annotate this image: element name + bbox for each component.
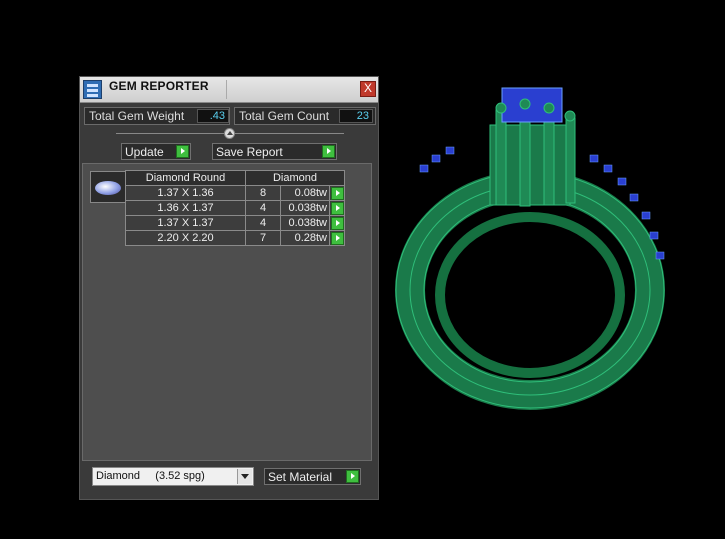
gem-weight-cell: 0.038tw [280,215,330,231]
update-button-label: Update [125,145,164,159]
table-row: 1.37 X 1.37 4 0.038tw [125,215,345,231]
total-gem-weight-box: Total Gem Weight .43 [84,107,230,125]
dropdown-arrow-icon[interactable] [237,469,252,484]
go-arrow-icon[interactable] [330,201,344,215]
gem-report-table: Diamond Round Diamond 1.37 X 1.36 8 0.08… [125,170,345,246]
window-title: GEM REPORTER [109,79,209,93]
gem-qty-cell: 8 [245,185,281,201]
gem-weight-cell: 0.08tw [280,185,330,201]
slider-knob-icon[interactable] [224,128,235,139]
close-button[interactable]: X [360,81,376,97]
gem-qty-cell: 4 [245,215,281,231]
gem-report-area: Diamond Round Diamond 1.37 X 1.36 8 0.08… [82,163,372,461]
gem-size-cell: 2.20 X 2.20 [125,230,246,246]
go-arrow-icon[interactable] [330,186,344,200]
go-arrow-icon[interactable] [330,231,344,245]
go-arrow-icon [322,145,335,158]
material-header: Diamond [245,170,345,186]
table-row: 1.36 X 1.37 4 0.038tw [125,200,345,216]
table-row: 2.20 X 2.20 7 0.28tw [125,230,345,246]
ring-band [395,170,665,410]
title-bar[interactable]: GEM REPORTER X [80,77,378,103]
gem-diamond-icon [90,171,126,203]
material-dropdown[interactable]: Diamond (3.52 spg) [92,467,254,486]
center-setting [489,87,576,207]
gem-size-cell: 1.37 X 1.37 [125,215,246,231]
gem-weight-cell: 0.038tw [280,200,330,216]
row-select-cell [329,230,345,246]
total-gem-weight-label: Total Gem Weight [89,109,185,123]
row-select-cell [329,185,345,201]
go-arrow-icon [346,470,359,483]
ring-model[interactable] [390,70,690,420]
total-gem-count-value: 23 [339,109,373,123]
shape-header: Diamond Round [125,170,246,186]
go-arrow-icon[interactable] [330,216,344,230]
close-icon: X [363,81,372,95]
total-gem-weight-value: .43 [197,109,229,123]
app-icon [83,80,102,99]
update-button[interactable]: Update [121,143,191,160]
gem-reporter-panel: GEM REPORTER X Total Gem Weight .43 Tota… [79,76,379,500]
row-select-cell [329,215,345,231]
gem-size-cell: 1.37 X 1.36 [125,185,246,201]
row-select-cell [329,200,345,216]
gem-size-cell: 1.36 X 1.37 [125,200,246,216]
set-material-button-label: Set Material [268,470,333,484]
table-row: 1.37 X 1.36 8 0.08tw [125,185,345,201]
total-gem-count-label: Total Gem Count [239,109,330,123]
gem-qty-cell: 7 [245,230,281,246]
total-gem-count-box: Total Gem Count 23 [234,107,376,125]
go-arrow-icon [176,145,189,158]
save-report-button[interactable]: Save Report [212,143,337,160]
title-divider [226,80,227,99]
table-header-row: Diamond Round Diamond [125,170,345,186]
material-dropdown-value: Diamond (3.52 spg) [96,470,205,482]
save-report-button-label: Save Report [216,145,283,159]
gem-weight-cell: 0.28tw [280,230,330,246]
set-material-button[interactable]: Set Material [264,468,361,485]
gem-qty-cell: 4 [245,200,281,216]
